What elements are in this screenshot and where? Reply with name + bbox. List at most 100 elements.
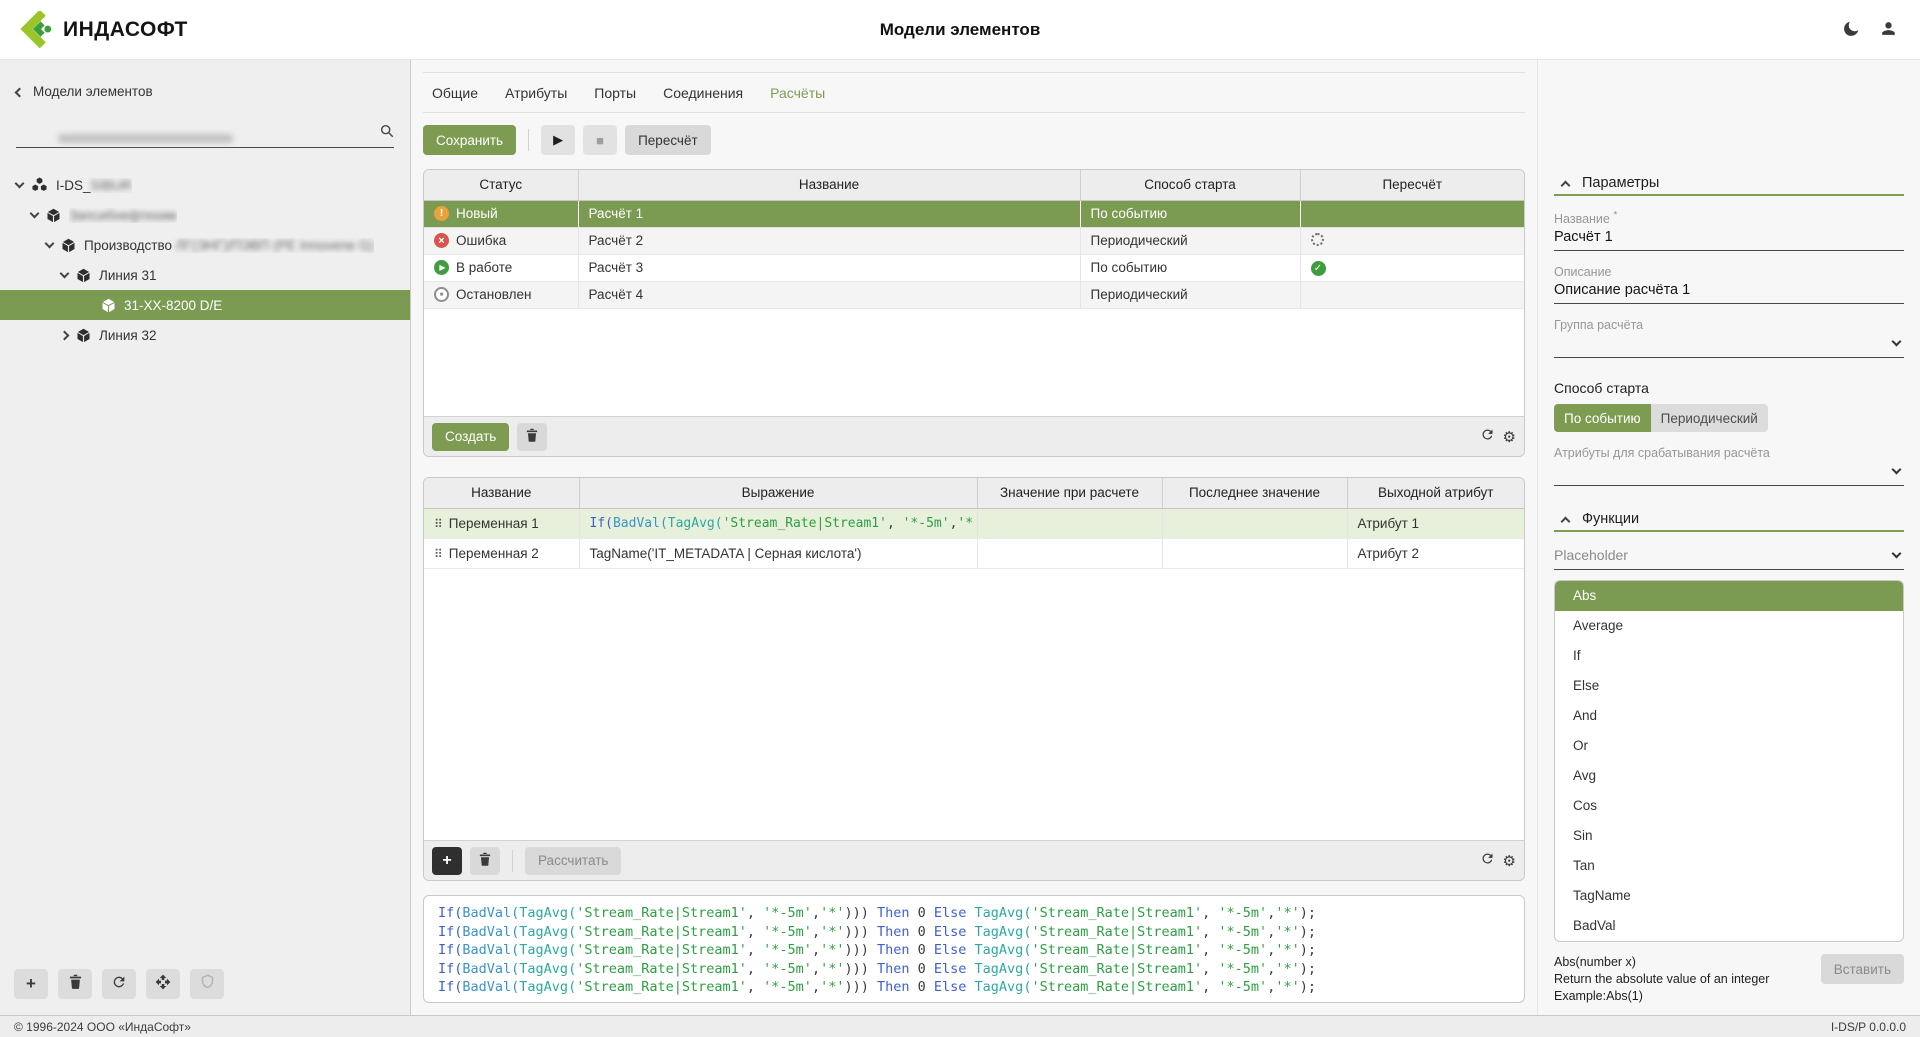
cube-icon [61, 238, 76, 253]
calc-table-header-row: Статус Название Способ старта Пересчёт [424, 170, 1524, 200]
delete-element-button[interactable] [58, 969, 92, 999]
function-item-badval[interactable]: BadVal [1555, 911, 1903, 941]
function-item-tan[interactable]: Tan [1555, 851, 1903, 881]
col-last-value: Последнее значение [1162, 478, 1347, 508]
col-recalc: Пересчёт [1300, 170, 1524, 200]
cube-icon [76, 328, 91, 343]
group-field-label: Группа расчёта [1554, 318, 1904, 332]
trigger-attrs-select[interactable] [1554, 460, 1904, 486]
tree-item-line-31[interactable]: Линия 31 [0, 260, 410, 290]
refresh-vars-button[interactable] [1480, 851, 1495, 870]
drag-handle-icon[interactable]: ⠿ [434, 517, 442, 531]
var-row-2[interactable]: ⠿Переменная 2 TagName('IT_METADATA | Сер… [424, 538, 1524, 568]
back-nav[interactable]: Модели элементов [0, 80, 410, 102]
tab-attributes[interactable]: Атрибуты [505, 85, 567, 101]
recalc-cell [1300, 227, 1524, 254]
start-mode-periodic[interactable]: Периодический [1651, 404, 1768, 432]
chevron-down-icon[interactable] [15, 179, 25, 189]
table-settings-button[interactable]: ⚙ [1503, 428, 1516, 446]
tree-item-production[interactable]: Производство ЛГ(ЭНГ)/ПЭВП (PE Innovene G… [0, 230, 410, 260]
move-element-button[interactable] [146, 969, 180, 999]
gear-icon: ⚙ [1503, 852, 1516, 870]
app-window: ИНДАСОФТ Модели элементов Модели элемент… [0, 0, 1920, 1037]
search-input[interactable] [16, 122, 394, 148]
chevron-down-icon[interactable] [60, 269, 70, 279]
security-button[interactable] [190, 969, 224, 999]
section-title: Функции [1582, 511, 1639, 527]
function-signature: Abs(number x) [1554, 954, 1821, 971]
sidebar: Модели элементов I-DS_SIBUR [0, 60, 411, 1015]
expression-editor[interactable]: If(BadVal(TagAvg('Stream_Rate|Stream1', … [423, 895, 1525, 1003]
start-mode-by-event[interactable]: По событию [1554, 404, 1651, 432]
function-item-avg[interactable]: Avg [1555, 761, 1903, 791]
function-item-or[interactable]: Or [1555, 731, 1903, 761]
user-icon [1879, 19, 1898, 41]
function-item-else[interactable]: Else [1555, 671, 1903, 701]
recalc-cell: ✓ [1300, 254, 1524, 281]
tree-item-plant[interactable]: Запсибнефтехим [0, 200, 410, 230]
function-category-select[interactable]: Placeholder [1554, 544, 1904, 570]
user-menu-button[interactable] [1879, 19, 1898, 41]
calc-row-1[interactable]: !Новый Расчёт 1 По событию [424, 200, 1524, 227]
delete-calc-button[interactable] [517, 423, 547, 451]
tab-ports[interactable]: Порты [594, 85, 636, 101]
tab-calculations[interactable]: Расчёты [770, 85, 825, 101]
vars-settings-button[interactable]: ⚙ [1503, 852, 1516, 870]
calc-row-4[interactable]: ■Остановлен Расчёт 4 Периодический [424, 281, 1524, 308]
calc-row-3[interactable]: ▶В работе Расчёт 3 По событию ✓ [424, 254, 1524, 281]
function-item-cos[interactable]: Cos [1555, 791, 1903, 821]
expression-code[interactable]: If(BadVal(TagAvg('Stream_Rate|Stream1', … [590, 516, 974, 531]
drag-handle-icon[interactable]: ⠿ [434, 547, 442, 561]
tab-connections[interactable]: Соединения [663, 85, 743, 101]
function-item-abs[interactable]: Abs [1555, 581, 1903, 611]
chevron-left-icon [15, 87, 25, 97]
back-nav-label: Модели элементов [33, 84, 153, 99]
recalc-button[interactable]: Пересчёт [625, 125, 711, 155]
add-element-button[interactable]: + [14, 969, 48, 999]
vars-table-header-row: Название Выражение Значение при расчете … [424, 478, 1524, 508]
name-field[interactable]: Расчёт 1 [1554, 226, 1904, 251]
create-calc-button[interactable]: Создать [432, 423, 509, 451]
col-calc-value: Значение при расчете [977, 478, 1162, 508]
stop-calc-button[interactable]: ■ [583, 125, 617, 155]
add-variable-button[interactable]: + [432, 847, 462, 875]
delete-variable-button[interactable] [470, 847, 500, 875]
tab-general[interactable]: Общие [432, 85, 478, 101]
start-calc-button[interactable]: ▶ [541, 125, 575, 155]
function-description: Return the absolute value of an integer [1554, 971, 1821, 988]
chevron-right-icon[interactable] [60, 330, 70, 340]
function-item-average[interactable]: Average [1555, 611, 1903, 641]
function-item-tagname[interactable]: TagName [1555, 881, 1903, 911]
calc-row-2[interactable]: ×Ошибка Расчёт 2 Периодический [424, 227, 1524, 254]
stop-icon: ■ [596, 133, 604, 148]
section-parameters[interactable]: Параметры [1554, 172, 1904, 196]
chevron-down-icon[interactable] [30, 209, 40, 219]
tree-item-root[interactable]: I-DS_SIBUR [0, 170, 410, 200]
toolbar-divider [512, 850, 513, 872]
function-item-and[interactable]: And [1555, 701, 1903, 731]
refresh-icon [1480, 851, 1495, 870]
calc-group-select[interactable] [1554, 332, 1904, 358]
section-functions[interactable]: Функции [1554, 508, 1904, 532]
refresh-tree-button[interactable] [102, 969, 136, 999]
tree-item-line-32[interactable]: Линия 32 [0, 320, 410, 350]
calculate-button[interactable]: Рассчитать [525, 847, 621, 875]
function-item-if[interactable]: If [1555, 641, 1903, 671]
moon-icon [1842, 19, 1861, 41]
table-empty-area [424, 309, 1524, 417]
theme-toggle-button[interactable] [1842, 19, 1861, 41]
var-row-1[interactable]: ⠿Переменная 1 If(BadVal(TagAvg('Stream_R… [424, 508, 1524, 538]
chevron-up-icon [1561, 516, 1571, 526]
recalc-cell [1300, 281, 1524, 308]
refresh-table-button[interactable] [1480, 427, 1495, 446]
chevron-down-icon[interactable] [45, 239, 55, 249]
save-button[interactable]: Сохранить [423, 125, 516, 155]
trash-icon [526, 428, 538, 445]
tree-item-selected-element[interactable]: 31-XX-8200 D/E [0, 290, 410, 320]
function-item-sin[interactable]: Sin [1555, 821, 1903, 851]
calc-value-cell [977, 508, 1162, 538]
variables-table-card: Название Выражение Значение при расчете … [423, 477, 1525, 881]
description-field[interactable]: Описание расчёта 1 [1554, 279, 1904, 304]
insert-function-button[interactable]: Вставить [1821, 954, 1904, 984]
section-title: Параметры [1582, 175, 1659, 191]
